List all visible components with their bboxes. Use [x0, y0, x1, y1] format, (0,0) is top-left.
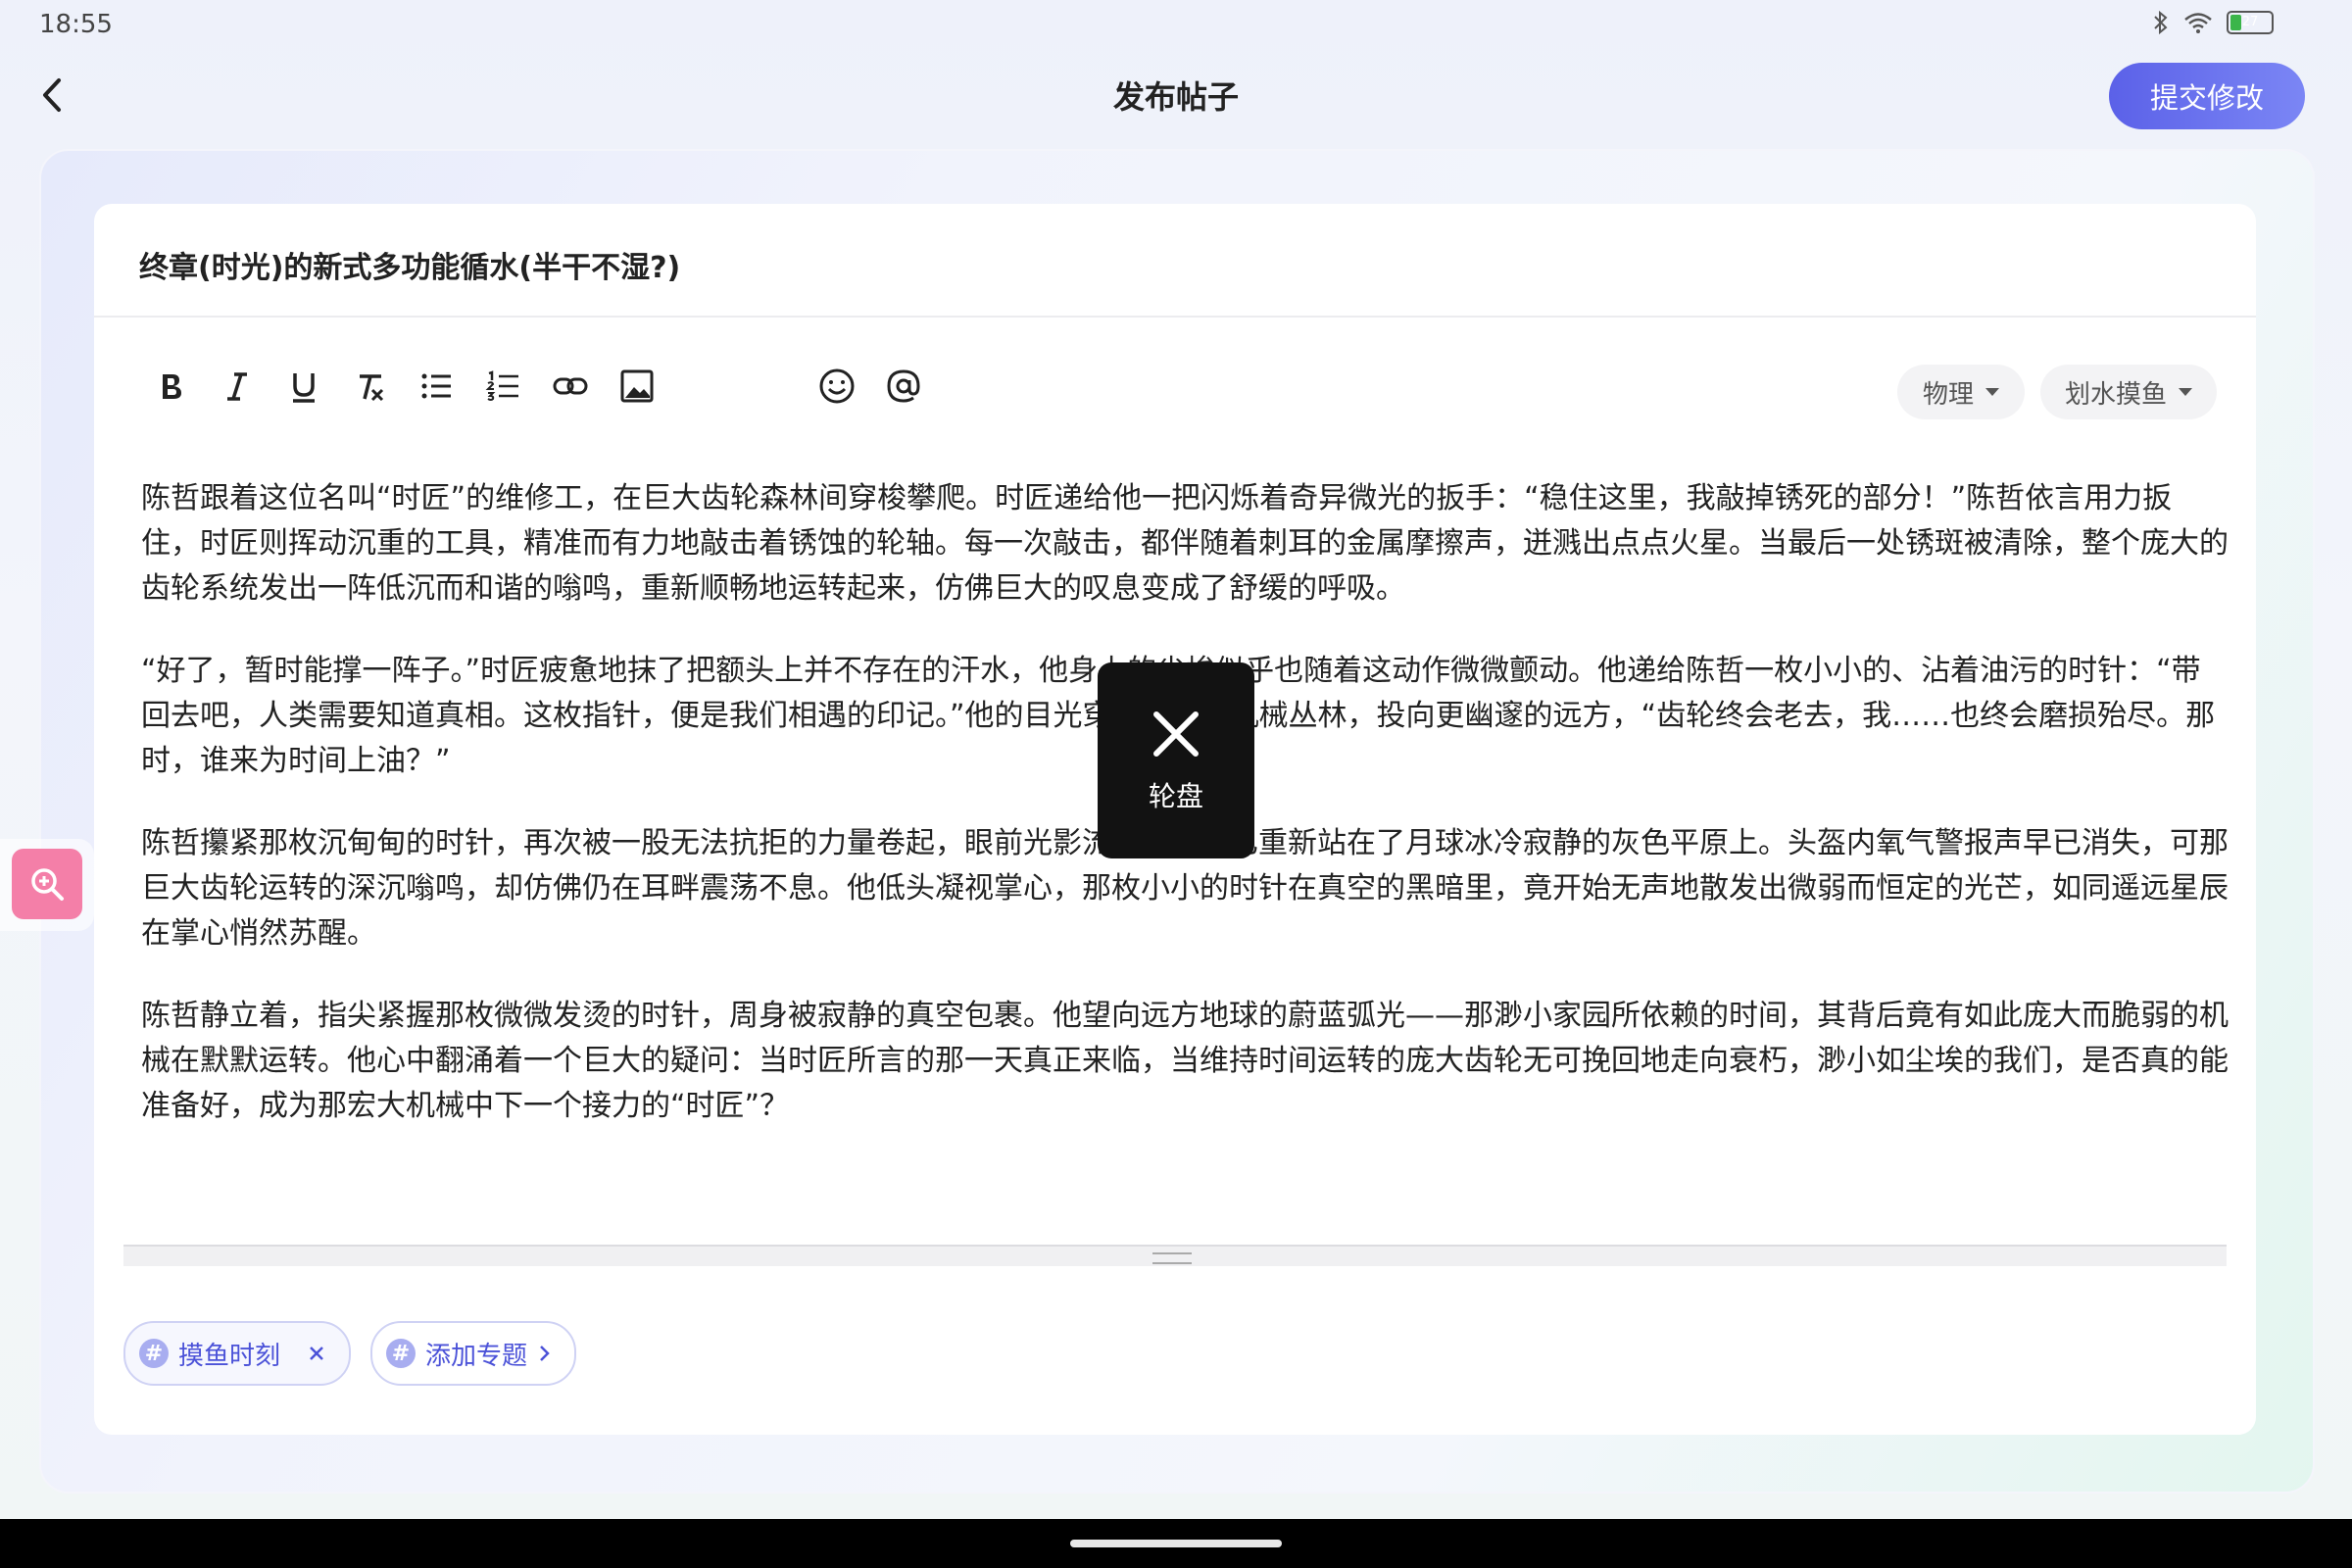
- category-select[interactable]: 物理: [1897, 365, 2025, 419]
- chevron-right-icon: [540, 1346, 550, 1361]
- post-title-input[interactable]: 终章(时光)的新式多功能循水(半干不湿?): [139, 243, 680, 286]
- grip-icon: [1152, 1252, 1192, 1264]
- close-icon[interactable]: [306, 1343, 327, 1364]
- caret-down-icon: [2179, 388, 2192, 396]
- close-icon: [1153, 711, 1199, 757]
- overlay-label: 轮盘: [1148, 780, 1203, 812]
- link-button[interactable]: [549, 365, 592, 408]
- bullet-list-icon: [421, 373, 451, 399]
- battery-level: 27: [2241, 15, 2259, 29]
- emoji-button[interactable]: [815, 365, 858, 408]
- topic-tag[interactable]: # 摸鱼时刻: [123, 1321, 352, 1386]
- italic-icon: [227, 372, 247, 401]
- caret-down-icon: [1985, 388, 1999, 396]
- clear-format-button[interactable]: [349, 365, 392, 408]
- topic-tag-label: 摸鱼时刻: [178, 1341, 281, 1371]
- underline-button[interactable]: [282, 365, 325, 408]
- underline-icon: [293, 373, 315, 403]
- numbered-list-icon: [485, 370, 518, 401]
- add-topic-button[interactable]: # 添加专题: [370, 1321, 577, 1386]
- add-topic-label: 添加专题: [425, 1341, 528, 1371]
- bluetooth-icon: [2154, 10, 2168, 35]
- mention-icon: [887, 369, 920, 403]
- status-bar: 18:55 27: [0, 0, 2352, 49]
- resize-handle[interactable]: [123, 1245, 2227, 1266]
- navigation-bar: [0, 1519, 2352, 1568]
- numbered-list-button[interactable]: [482, 365, 525, 408]
- hash-icon: #: [139, 1339, 169, 1368]
- content-paragraph: 陈哲静立着，指尖紧握那枚微微发烫的时针，周身被寂静的真空包裹。他望向远方地球的蔚…: [141, 999, 2229, 1123]
- bullet-list-button[interactable]: [416, 365, 459, 408]
- content-paragraph: 是齿轮组。我们，就是给它上油、除锈的时匠。”他指了指远处一个发出刺耳摩擦声的巨大…: [141, 429, 2229, 439]
- page-title: 发布帖子: [1112, 78, 1239, 116]
- zoom-in-icon: [31, 868, 64, 901]
- format-toolbar: 物理 划水摸鱼: [149, 351, 2217, 433]
- wifi-icon: [2184, 13, 2212, 33]
- emoji-icon: [819, 368, 855, 404]
- title-divider: [94, 316, 2256, 318]
- home-indicator[interactable]: [1070, 1540, 1282, 1547]
- battery-icon: 27: [2227, 11, 2274, 34]
- hash-icon: #: [386, 1339, 416, 1368]
- bold-icon: [163, 374, 181, 399]
- link-icon: [553, 377, 588, 395]
- content-paragraph: 陈哲跟着这位名叫“时匠”的维修工，在巨大齿轮森林间穿梭攀爬。时匠递给他一把闪烁着…: [141, 481, 2229, 606]
- wheel-overlay-button[interactable]: 轮盘: [1098, 662, 1254, 858]
- mention-button[interactable]: [882, 365, 925, 408]
- image-button[interactable]: [615, 365, 659, 408]
- status-icons: 27: [2152, 10, 2274, 35]
- section-value: 划水摸鱼: [2064, 379, 2167, 410]
- header: 发布帖子 提交修改: [0, 49, 2352, 143]
- bold-button[interactable]: [149, 365, 192, 408]
- topic-tags: # 摸鱼时刻 # 添加专题: [123, 1321, 577, 1386]
- image-icon: [620, 369, 654, 403]
- zoom-button[interactable]: [12, 849, 82, 919]
- submit-button[interactable]: 提交修改: [2109, 63, 2305, 129]
- category-value: 物理: [1922, 379, 1974, 410]
- italic-button[interactable]: [216, 365, 259, 408]
- clear-format-icon: [360, 374, 384, 402]
- editor-content[interactable]: 是齿轮组。我们，就是给它上油、除锈的时匠。”他指了指远处一个发出刺耳摩擦声的巨大…: [141, 429, 2229, 1429]
- section-select[interactable]: 划水摸鱼: [2040, 365, 2217, 419]
- status-time: 18:55: [39, 10, 113, 39]
